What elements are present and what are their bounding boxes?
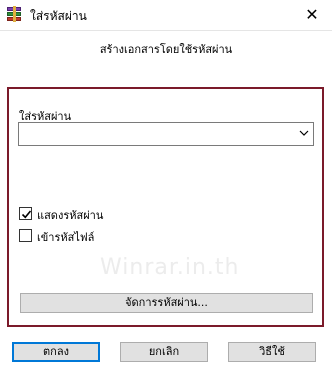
cancel-button[interactable]: ยกเลิก: [120, 342, 208, 362]
password-input[interactable]: [18, 122, 314, 146]
chevron-down-icon[interactable]: [299, 128, 309, 138]
checkmark-icon: [21, 210, 32, 219]
title-bar: ใส่รหัสผ่าน ✕: [0, 0, 332, 31]
checkbox-box[interactable]: [19, 229, 32, 242]
encrypt-file-names-label: เข้ารหัสไฟล์: [37, 231, 95, 244]
show-password-label: แสดงรหัสผ่าน: [37, 209, 104, 222]
ok-button[interactable]: ตกลง: [12, 342, 100, 362]
window-title: ใส่รหัสผ่าน: [30, 9, 87, 23]
winrar-app-icon: [6, 6, 22, 22]
dialog-heading: สร้างเอกสารโดยใช้รหัสผ่าน: [99, 43, 233, 56]
watermark-text: Winrar.in.th: [100, 255, 240, 280]
checkbox-box[interactable]: [19, 207, 32, 220]
organize-passwords-button[interactable]: จัดการรหัสผ่าน...: [20, 293, 313, 313]
close-icon[interactable]: ✕: [292, 0, 332, 30]
help-button[interactable]: วิธีใช้: [228, 342, 316, 362]
